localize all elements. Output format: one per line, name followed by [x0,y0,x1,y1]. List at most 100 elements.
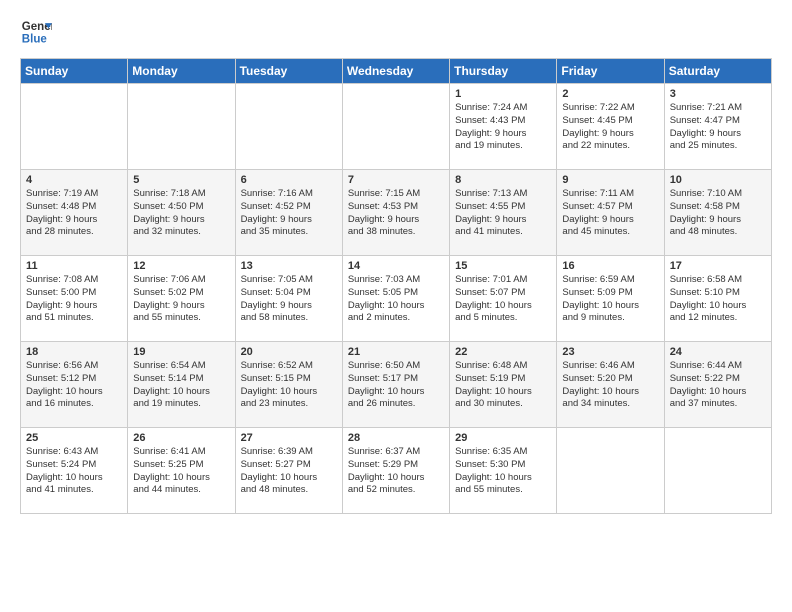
day-number: 27 [241,432,337,444]
day-number: 24 [670,346,766,358]
page-header: General Blue [20,16,772,48]
day-number: 9 [562,174,658,186]
day-number: 20 [241,346,337,358]
day-header-thursday: Thursday [450,59,557,84]
cell-content: Sunrise: 7:18 AM Sunset: 4:50 PM Dayligh… [133,188,229,239]
calendar-table: SundayMondayTuesdayWednesdayThursdayFrid… [20,58,772,514]
svg-text:General: General [22,21,52,33]
day-number: 8 [455,174,551,186]
calendar-cell: 29 Sunrise: 6:35 AM Sunset: 5:30 PM Dayli… [450,428,557,514]
calendar-cell: 26Sunrise: 6:41 AM Sunset: 5:25 PM Dayli… [128,428,235,514]
cell-content: Sunrise: 7:13 AM Sunset: 4:55 PM Dayligh… [455,188,551,239]
day-number: 13 [241,260,337,272]
cell-content: Sunrise: 6:50 AM Sunset: 5:17 PM Dayligh… [348,360,444,411]
day-number: 25 [26,432,122,444]
calendar-cell [557,428,664,514]
calendar-cell: 13Sunrise: 7:05 AM Sunset: 5:04 PM Dayli… [235,256,342,342]
cell-content: Sunrise: 6:39 AM Sunset: 5:27 PM Dayligh… [241,446,337,497]
day-number: 15 [455,260,551,272]
calendar-cell: 3 Sunrise: 7:21 AM Sunset: 4:47 PM Daylig… [664,84,771,170]
calendar-week-1: 1Sunrise: 7:24 AM Sunset: 4:43 PM Daylig… [21,84,772,170]
calendar-week-4: 18 Sunrise: 6:56 AM Sunset: 5:12 PM Dayli… [21,342,772,428]
logo-icon: General Blue [20,16,52,48]
calendar-cell: 27 Sunrise: 6:39 AM Sunset: 5:27 PM Dayli… [235,428,342,514]
day-number: 3 [670,88,766,100]
cell-content: Sunrise: 6:52 AM Sunset: 5:15 PM Dayligh… [241,360,337,411]
calendar-week-3: 11 Sunrise: 7:08 AM Sunset: 5:00 PM Dayli… [21,256,772,342]
day-number: 29 [455,432,551,444]
day-number: 17 [670,260,766,272]
cell-content: Sunrise: 6:58 AM Sunset: 5:10 PM Dayligh… [670,274,766,325]
calendar-cell: 5 Sunrise: 7:18 AM Sunset: 4:50 PM Daylig… [128,170,235,256]
calendar-cell: 2 Sunrise: 7:22 AM Sunset: 4:45 PM Daylig… [557,84,664,170]
cell-content: Sunrise: 6:56 AM Sunset: 5:12 PM Dayligh… [26,360,122,411]
day-number: 6 [241,174,337,186]
calendar-cell: 6 Sunrise: 7:16 AM Sunset: 4:52 PM Daylig… [235,170,342,256]
day-header-wednesday: Wednesday [342,59,449,84]
calendar-header-row: SundayMondayTuesdayWednesdayThursdayFrid… [21,59,772,84]
cell-content: Sunrise: 7:03 AM Sunset: 5:05 PM Dayligh… [348,274,444,325]
cell-content: Sunrise: 7:22 AM Sunset: 4:45 PM Dayligh… [562,102,658,153]
calendar-cell [128,84,235,170]
calendar-cell: 14 Sunrise: 7:03 AM Sunset: 5:05 PM Dayli… [342,256,449,342]
day-number: 19 [133,346,229,358]
cell-content: Sunrise: 6:43 AM Sunset: 5:24 PM Dayligh… [26,446,122,497]
cell-content: Sunrise: 6:48 AM Sunset: 5:19 PM Dayligh… [455,360,551,411]
calendar-cell: 18 Sunrise: 6:56 AM Sunset: 5:12 PM Dayli… [21,342,128,428]
cell-content: Sunrise: 6:59 AM Sunset: 5:09 PM Dayligh… [562,274,658,325]
cell-content: Sunrise: 7:08 AM Sunset: 5:00 PM Dayligh… [26,274,122,325]
day-number: 14 [348,260,444,272]
calendar-cell: 25 Sunrise: 6:43 AM Sunset: 5:24 PM Dayli… [21,428,128,514]
day-number: 2 [562,88,658,100]
day-number: 28 [348,432,444,444]
cell-content: Sunrise: 7:21 AM Sunset: 4:47 PM Dayligh… [670,102,766,153]
calendar-cell: 9 Sunrise: 7:11 AM Sunset: 4:57 PM Daylig… [557,170,664,256]
svg-text:Blue: Blue [22,34,48,46]
day-header-saturday: Saturday [664,59,771,84]
day-number: 23 [562,346,658,358]
calendar-cell: 10Sunrise: 7:10 AM Sunset: 4:58 PM Dayli… [664,170,771,256]
day-number: 18 [26,346,122,358]
calendar-cell: 15 Sunrise: 7:01 AM Sunset: 5:07 PM Dayli… [450,256,557,342]
cell-content: Sunrise: 6:37 AM Sunset: 5:29 PM Dayligh… [348,446,444,497]
cell-content: Sunrise: 7:06 AM Sunset: 5:02 PM Dayligh… [133,274,229,325]
calendar-cell: 8 Sunrise: 7:13 AM Sunset: 4:55 PM Daylig… [450,170,557,256]
calendar-cell: 16 Sunrise: 6:59 AM Sunset: 5:09 PM Dayli… [557,256,664,342]
cell-content: Sunrise: 6:44 AM Sunset: 5:22 PM Dayligh… [670,360,766,411]
day-header-monday: Monday [128,59,235,84]
calendar-cell: 20 Sunrise: 6:52 AM Sunset: 5:15 PM Dayli… [235,342,342,428]
calendar-cell [342,84,449,170]
calendar-cell: 1Sunrise: 7:24 AM Sunset: 4:43 PM Daylig… [450,84,557,170]
day-number: 26 [133,432,229,444]
calendar-cell: 11 Sunrise: 7:08 AM Sunset: 5:00 PM Dayli… [21,256,128,342]
day-number: 16 [562,260,658,272]
calendar-cell: 21 Sunrise: 6:50 AM Sunset: 5:17 PM Dayli… [342,342,449,428]
calendar-week-5: 25 Sunrise: 6:43 AM Sunset: 5:24 PM Dayli… [21,428,772,514]
day-number: 4 [26,174,122,186]
calendar-cell [235,84,342,170]
calendar-cell: 19Sunrise: 6:54 AM Sunset: 5:14 PM Dayli… [128,342,235,428]
cell-content: Sunrise: 7:01 AM Sunset: 5:07 PM Dayligh… [455,274,551,325]
calendar-cell: 28 Sunrise: 6:37 AM Sunset: 5:29 PM Dayli… [342,428,449,514]
day-number: 21 [348,346,444,358]
logo: General Blue [20,16,52,48]
cell-content: Sunrise: 7:15 AM Sunset: 4:53 PM Dayligh… [348,188,444,239]
day-number: 5 [133,174,229,186]
day-header-tuesday: Tuesday [235,59,342,84]
calendar-cell: 24 Sunrise: 6:44 AM Sunset: 5:22 PM Dayli… [664,342,771,428]
calendar-cell [664,428,771,514]
day-number: 11 [26,260,122,272]
calendar-cell [21,84,128,170]
cell-content: Sunrise: 7:19 AM Sunset: 4:48 PM Dayligh… [26,188,122,239]
calendar-cell: 23Sunrise: 6:46 AM Sunset: 5:20 PM Dayli… [557,342,664,428]
day-header-friday: Friday [557,59,664,84]
cell-content: Sunrise: 7:10 AM Sunset: 4:58 PM Dayligh… [670,188,766,239]
cell-content: Sunrise: 7:11 AM Sunset: 4:57 PM Dayligh… [562,188,658,239]
cell-content: Sunrise: 7:16 AM Sunset: 4:52 PM Dayligh… [241,188,337,239]
day-number: 7 [348,174,444,186]
day-number: 22 [455,346,551,358]
day-header-sunday: Sunday [21,59,128,84]
cell-content: Sunrise: 6:35 AM Sunset: 5:30 PM Dayligh… [455,446,551,497]
calendar-week-2: 4 Sunrise: 7:19 AM Sunset: 4:48 PM Daylig… [21,170,772,256]
calendar-cell: 4 Sunrise: 7:19 AM Sunset: 4:48 PM Daylig… [21,170,128,256]
